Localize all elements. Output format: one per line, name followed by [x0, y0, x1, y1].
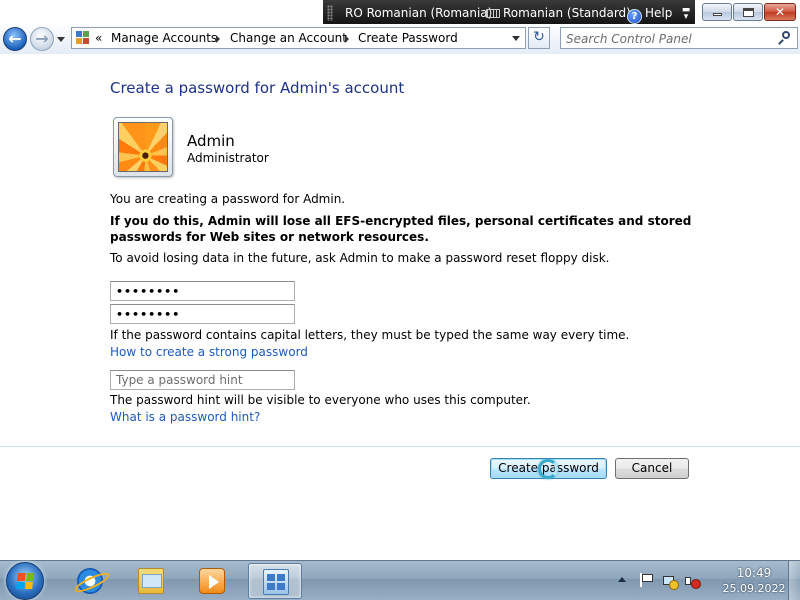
breadcrumb-separator-icon[interactable] [345, 35, 349, 43]
case-sensitivity-note: If the password contains capital letters… [110, 328, 630, 342]
password-hint-help-link[interactable]: What is a password hint? [110, 410, 260, 425]
forward-button[interactable]: → [30, 27, 54, 51]
taskbar-windows-explorer[interactable] [124, 563, 178, 599]
language-bar-options-icon[interactable]: ▬ ▾ [681, 6, 691, 22]
help-button[interactable]: ? Help [627, 5, 672, 24]
hint-visibility-note: The password hint will be visible to eve… [110, 393, 531, 407]
confirm-password-input[interactable] [116, 307, 288, 321]
user-picture [113, 117, 173, 177]
back-button[interactable]: ← [3, 27, 27, 51]
password-hint-input[interactable] [116, 373, 288, 387]
start-button[interactable] [6, 562, 44, 600]
password-hint-field[interactable] [110, 370, 295, 390]
search-icon[interactable] [778, 31, 791, 45]
breadcrumb-change-account[interactable]: Change an Account [230, 31, 347, 46]
control-panel-icon [263, 569, 289, 595]
user-role: Administrator [187, 151, 269, 165]
restore-icon [742, 7, 754, 17]
navigation-bar: ← → « Manage Accounts Change an Account … [0, 24, 800, 54]
language-bar-grip[interactable] [327, 5, 333, 21]
taskbar: 10:49 25.09.2022 [0, 560, 800, 600]
button-divider [0, 446, 800, 447]
efs-warning-text: If you do this, Admin will lose all EFS-… [110, 214, 692, 244]
maximize-button[interactable] [733, 3, 763, 21]
breadcrumb-separator-icon[interactable] [216, 35, 220, 43]
close-button[interactable]: ✕ [764, 3, 796, 21]
info-text: You are creating a password for Admin. [110, 192, 346, 206]
system-tray: 10:49 25.09.2022 [610, 561, 800, 600]
breadcrumb-create-password[interactable]: Create Password [358, 31, 458, 46]
input-language-selector[interactable]: RO Romanian (Romania) [345, 5, 492, 21]
refresh-button[interactable]: ↻ [528, 27, 550, 49]
help-label: Help [645, 6, 673, 20]
user-name: Admin [187, 132, 235, 150]
show-desktop-button[interactable] [788, 561, 800, 600]
busy-cursor-icon [538, 459, 558, 479]
media-player-icon [199, 568, 225, 594]
confirm-password-field[interactable] [110, 304, 295, 324]
action-center-flag-icon[interactable] [638, 573, 653, 587]
taskbar-control-panel[interactable] [248, 563, 302, 599]
address-bar[interactable]: « Manage Accounts Change an Account Crea… [71, 27, 526, 49]
breadcrumb-manage-accounts[interactable]: Manage Accounts [111, 31, 217, 46]
cancel-button[interactable]: Cancel [615, 458, 689, 479]
minimize-button[interactable] [702, 3, 732, 21]
folder-icon [138, 568, 164, 594]
address-dropdown-icon[interactable] [512, 36, 520, 41]
taskbar-internet-explorer[interactable] [63, 563, 117, 599]
clock-time[interactable]: 10:49 [718, 566, 790, 580]
breadcrumb-overflow[interactable]: « [95, 31, 102, 46]
recent-pages-dropdown[interactable] [57, 37, 65, 42]
strong-password-link[interactable]: How to create a strong password [110, 345, 308, 360]
control-panel-icon [76, 31, 91, 45]
volume-muted-icon[interactable] [684, 573, 701, 589]
clock-date[interactable]: 25.09.2022 [718, 582, 790, 595]
new-password-input[interactable] [116, 284, 288, 298]
search-input[interactable] [566, 31, 771, 46]
keyboard-layout-selector[interactable]: Romanian (Standard) [486, 5, 631, 21]
forward-arrow-icon: → [35, 29, 49, 48]
network-icon[interactable] [662, 573, 679, 590]
reset-disk-text: To avoid losing data in the future, ask … [110, 251, 610, 265]
back-arrow-icon: ← [8, 29, 22, 48]
minimize-icon [712, 13, 722, 16]
language-bar: RO Romanian (Romania) Romanian (Standard… [323, 0, 695, 26]
help-icon: ? [627, 9, 642, 24]
refresh-icon: ↻ [533, 29, 545, 45]
taskbar-media-player[interactable] [185, 563, 239, 599]
show-hidden-icons-icon[interactable] [618, 577, 626, 582]
windows-logo-icon [16, 573, 34, 589]
page-title: Create a password for Admin's account [110, 79, 405, 97]
keyboard-layout-label: Romanian (Standard) [503, 6, 631, 20]
new-password-field[interactable] [110, 281, 295, 301]
keyboard-icon [486, 9, 500, 18]
flower-picture-icon [118, 122, 168, 172]
internet-explorer-icon [77, 568, 103, 594]
close-icon: ✕ [774, 5, 786, 19]
search-box[interactable] [560, 27, 798, 49]
